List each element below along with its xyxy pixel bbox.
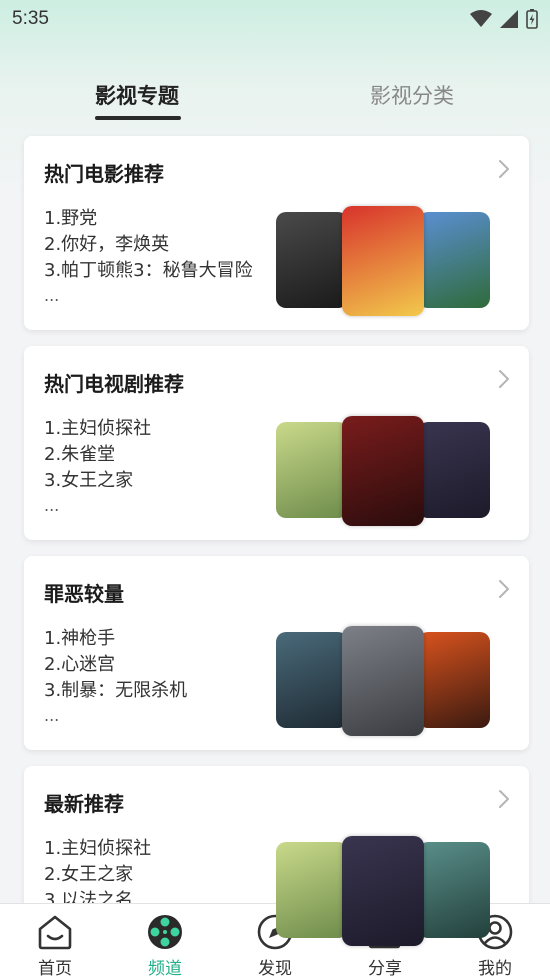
status-bar: 5:35 (0, 0, 550, 40)
tab-bar: 影视专题 影视分类 (0, 80, 550, 124)
topic-card[interactable]: 罪恶较量 1.神枪手 2.心迷宫 3.制暴：无限杀机... (24, 556, 529, 750)
chevron-right-icon[interactable] (497, 788, 511, 810)
chevron-right-icon[interactable] (497, 368, 511, 390)
poster-thumbnail (276, 422, 348, 518)
wifi-icon (470, 10, 492, 27)
more-ellipsis: ... (44, 496, 60, 515)
list-item[interactable]: 2.你好，李焕英 (44, 232, 253, 258)
more-ellipsis: ... (44, 286, 60, 305)
list-item[interactable]: 1.野党 (44, 206, 253, 232)
topic-card-list: 热门电影推荐 1.野党 2.你好，李焕英 3.帕丁顿熊3：秘鲁大冒险... 热门电视剧推… (24, 136, 529, 976)
signal-icon (500, 10, 518, 28)
nav-home-label: 首页 (38, 959, 72, 979)
poster-stack[interactable] (276, 416, 496, 526)
chevron-right-icon[interactable] (497, 158, 511, 180)
nav-share-label: 分享 (368, 959, 402, 979)
list-item[interactable]: 3.制暴：无限杀机 (44, 678, 187, 704)
topic-card-title: 热门电视剧推荐 (44, 372, 184, 396)
topic-card[interactable]: 热门电视剧推荐 1.主妇侦探社 2.朱雀堂 3.女王之家... (24, 346, 529, 540)
list-item[interactable]: 3.帕丁顿熊3：秘鲁大冒险 (44, 258, 253, 284)
home-icon (38, 915, 72, 950)
poster-thumbnail (342, 836, 424, 946)
poster-thumbnail (418, 632, 490, 728)
poster-stack[interactable] (276, 206, 496, 316)
poster-thumbnail (418, 842, 490, 938)
status-time: 5:35 (12, 8, 49, 29)
nav-home[interactable]: 首页 (0, 904, 110, 979)
more-ellipsis: ... (44, 706, 60, 725)
list-item[interactable]: 3.女王之家 (44, 468, 151, 494)
list-item[interactable]: 2.女王之家 (44, 862, 151, 888)
chevron-right-icon[interactable] (497, 578, 511, 600)
tab-indicator (95, 116, 181, 120)
poster-thumbnail (418, 212, 490, 308)
topic-card-title: 最新推荐 (44, 792, 124, 816)
tab-topics[interactable]: 影视专题 (95, 80, 179, 110)
tab-categories[interactable]: 影视分类 (370, 80, 454, 110)
topic-card-items: 1.主妇侦探社 2.朱雀堂 3.女王之家... (44, 416, 151, 518)
list-item[interactable]: 1.神枪手 (44, 626, 187, 652)
film-reel-icon (148, 915, 182, 949)
poster-thumbnail (276, 212, 348, 308)
nav-discover-label: 发现 (258, 959, 292, 979)
poster-stack[interactable] (276, 836, 496, 946)
status-icons (470, 9, 538, 29)
topic-card-title: 罪恶较量 (44, 582, 124, 606)
list-item[interactable]: 1.主妇侦探社 (44, 836, 151, 862)
poster-thumbnail (276, 842, 348, 938)
topic-card-items: 1.神枪手 2.心迷宫 3.制暴：无限杀机... (44, 626, 187, 728)
list-item[interactable]: 2.朱雀堂 (44, 442, 151, 468)
poster-thumbnail (342, 626, 424, 736)
poster-thumbnail (418, 422, 490, 518)
topic-card-items: 1.野党 2.你好，李焕英 3.帕丁顿熊3：秘鲁大冒险... (44, 206, 253, 308)
list-item[interactable]: 2.心迷宫 (44, 652, 187, 678)
topic-card-title: 热门电影推荐 (44, 162, 164, 186)
nav-channel-label: 频道 (148, 959, 182, 979)
poster-thumbnail (276, 632, 348, 728)
list-item[interactable]: 1.主妇侦探社 (44, 416, 151, 442)
poster-thumbnail (342, 416, 424, 526)
poster-stack[interactable] (276, 626, 496, 736)
nav-channel[interactable]: 频道 (110, 904, 220, 979)
topic-card[interactable]: 热门电影推荐 1.野党 2.你好，李焕英 3.帕丁顿熊3：秘鲁大冒险... (24, 136, 529, 330)
poster-thumbnail (342, 206, 424, 316)
battery-icon (526, 9, 538, 29)
nav-profile-label: 我的 (478, 959, 512, 979)
